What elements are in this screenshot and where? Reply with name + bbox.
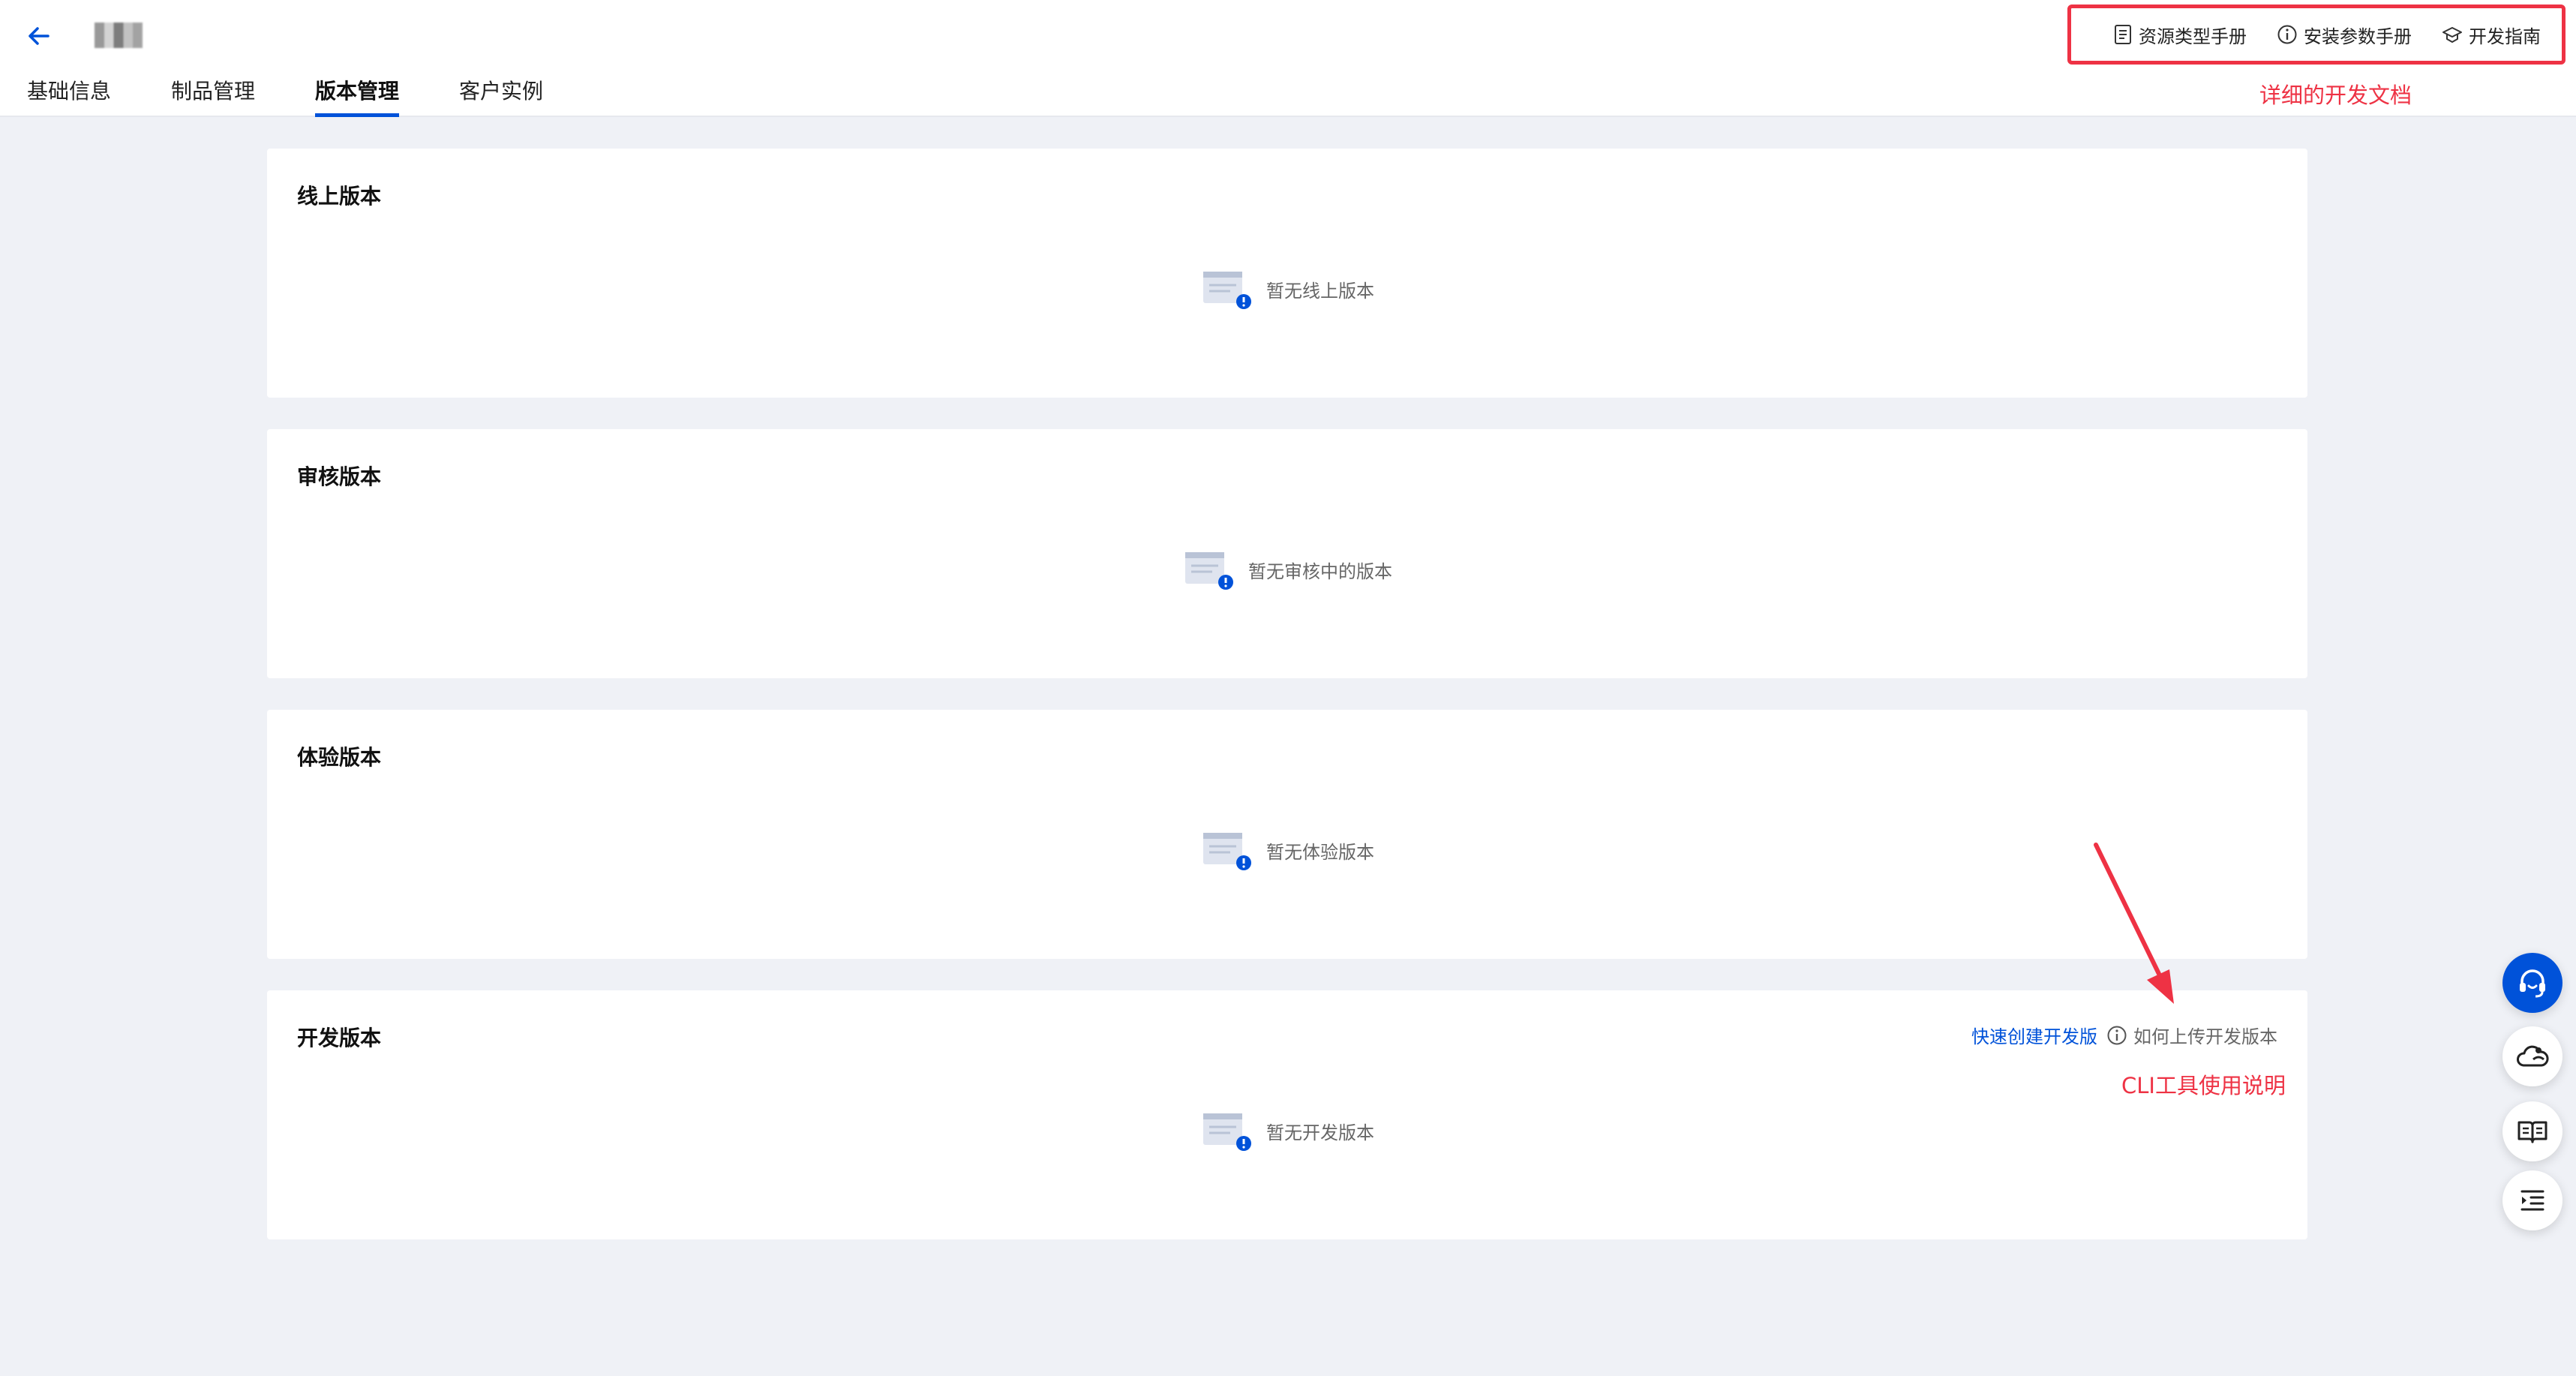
card-title: 开发版本 — [297, 1026, 382, 1050]
card-title: 审核版本 — [297, 464, 382, 489]
resource-type-manual-label: 资源类型手册 — [2139, 26, 2247, 47]
tab-artifact-management[interactable]: 制品管理 — [171, 78, 255, 117]
outline-button[interactable] — [2502, 1170, 2562, 1230]
empty-state: 暂无体验版本 — [267, 828, 2307, 872]
back-button[interactable] — [23, 21, 56, 51]
headset-icon — [2520, 969, 2545, 998]
card-title: 体验版本 — [297, 745, 382, 770]
install-params-manual-label: 安装参数手册 — [2304, 26, 2412, 47]
arrow-left-icon — [29, 27, 50, 45]
quick-create-dev-link[interactable]: 快速创建开发版 — [1971, 1022, 2097, 1048]
card-title: 线上版本 — [297, 184, 382, 209]
online-version-card: 线上版本 暂无线上版本 — [267, 149, 2307, 398]
review-version-card: 审核版本 暂无审核中的版本 — [267, 429, 2307, 678]
empty-state-text: 暂无线上版本 — [1266, 280, 1374, 302]
info-icon — [2107, 1026, 2127, 1044]
tab-customer-instances[interactable]: 客户实例 — [459, 78, 543, 117]
tab-basic-info[interactable]: 基础信息 — [27, 78, 111, 117]
empty-state: 暂无开发版本 — [267, 1109, 2307, 1152]
docs-annotation-text: 详细的开发文档 — [2259, 83, 2412, 108]
customer-service-button[interactable] — [2502, 953, 2562, 1013]
doc-links-highlight: 资源类型手册 安装参数手册 开发指南 — [2067, 5, 2565, 65]
cloud-user-icon — [2517, 1045, 2549, 1067]
cli-annotation-text: CLI工具使用说明 — [2121, 1073, 2286, 1098]
dev-version-card: 开发版本 快速创建开发版 如何上传开发版本 暂无开发版本 — [267, 990, 2307, 1239]
trial-version-card: 体验版本 暂无体验版本 — [267, 710, 2307, 959]
document-icon — [2115, 25, 2131, 44]
resource-type-manual-link[interactable]: 资源类型手册 — [2113, 22, 2247, 48]
empty-state-icon — [1185, 552, 1233, 590]
annotation-arrow — [2094, 843, 2174, 1004]
empty-state-text: 暂无体验版本 — [1266, 841, 1374, 863]
tab-version-management[interactable]: 版本管理 — [315, 78, 400, 117]
empty-state-text: 暂无开发版本 — [1266, 1122, 1374, 1143]
dev-guide-link[interactable]: 开发指南 — [2442, 22, 2541, 48]
empty-state-icon — [1203, 833, 1251, 870]
empty-state: 暂无线上版本 — [267, 267, 2307, 311]
documentation-button[interactable] — [2502, 1101, 2562, 1161]
tab-bar: 基础信息 制品管理 版本管理 客户实例 — [27, 78, 603, 117]
install-params-manual-link[interactable]: 安装参数手册 — [2277, 22, 2412, 48]
empty-state: 暂无审核中的版本 — [267, 548, 2307, 591]
cloud-user-button[interactable] — [2502, 1026, 2562, 1086]
app-name: 测试 — [95, 23, 143, 48]
dev-version-actions: 快速创建开发版 如何上传开发版本 — [1971, 1022, 2277, 1048]
graduation-cap-icon — [2442, 27, 2462, 43]
how-upload-dev-link[interactable]: 如何上传开发版本 — [2106, 1022, 2277, 1048]
info-icon — [2277, 25, 2297, 44]
empty-state-text: 暂无审核中的版本 — [1248, 560, 1392, 582]
top-bar: 测试 基础信息 制品管理 版本管理 客户实例 资源类型手册 安装参数手册 — [0, 0, 2576, 117]
how-upload-dev-label: 如何上传开发版本 — [2133, 1026, 2277, 1047]
list-indent-icon — [2520, 1190, 2544, 1211]
dev-guide-label: 开发指南 — [2469, 26, 2541, 47]
empty-state-icon — [1203, 1113, 1251, 1151]
book-icon — [2517, 1121, 2547, 1143]
empty-state-icon — [1203, 272, 1251, 309]
